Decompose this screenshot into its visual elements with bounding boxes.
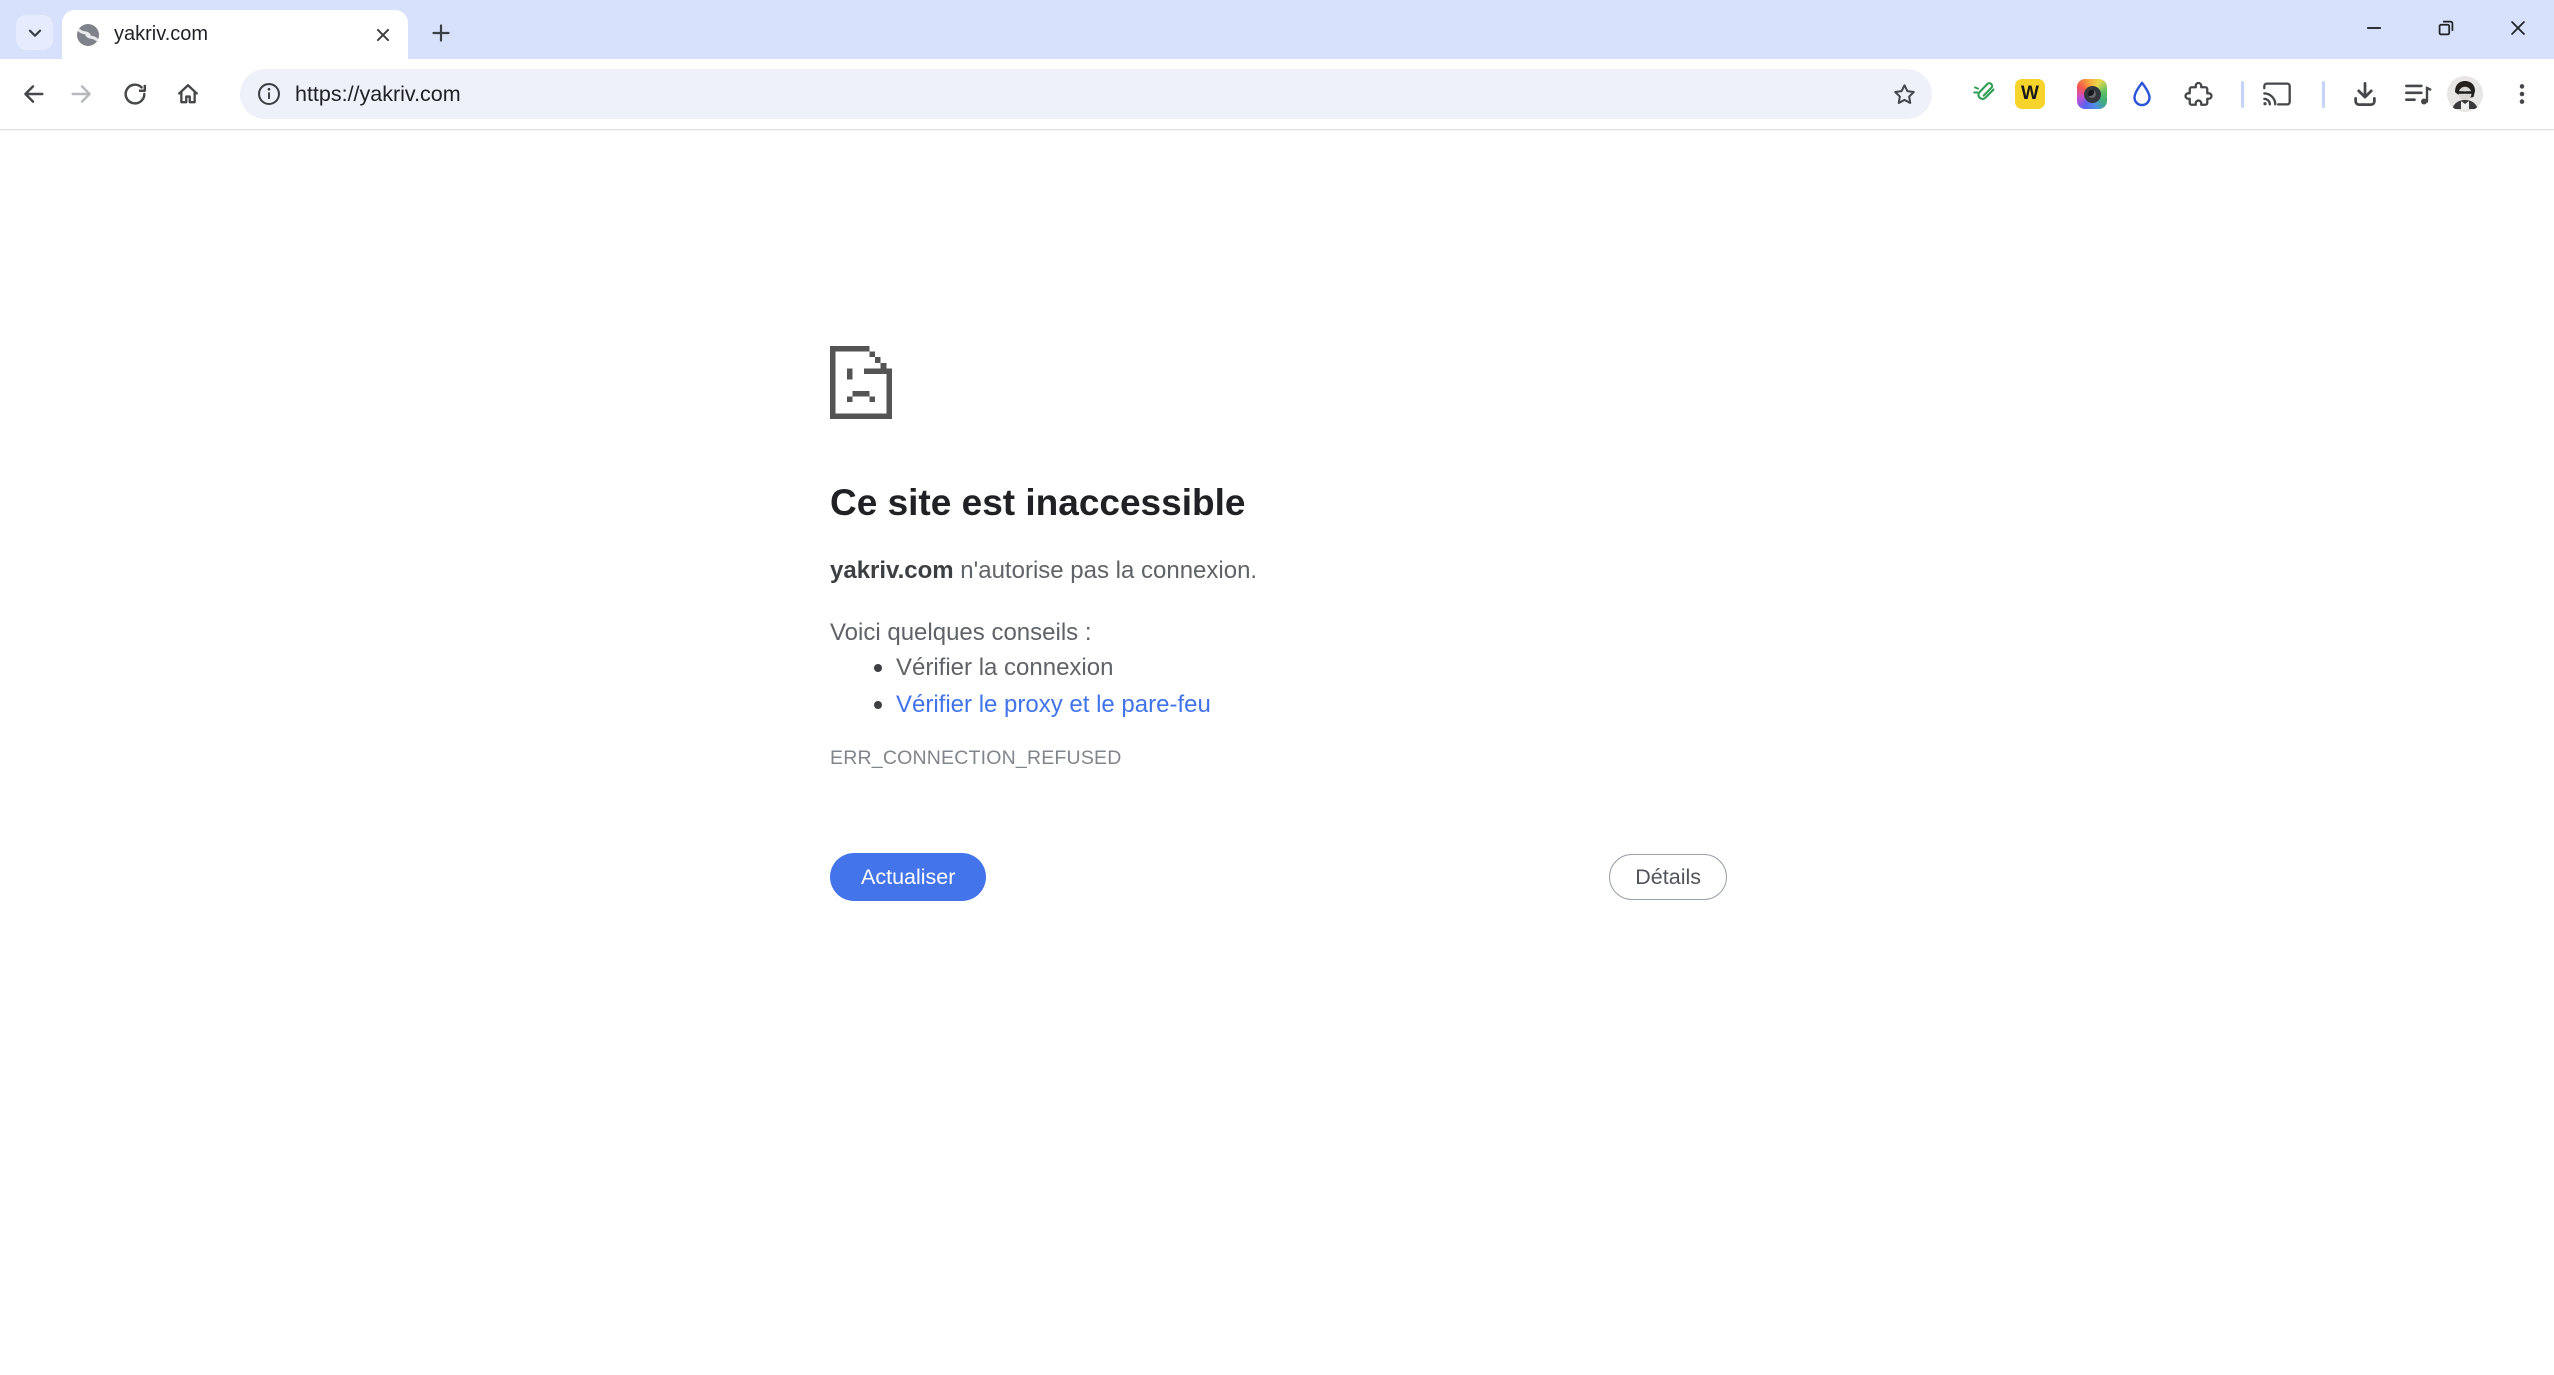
back-button[interactable] (13, 74, 53, 114)
tips-label: Voici quelques conseils : (830, 617, 1092, 648)
error-title: Ce site est inaccessible (830, 481, 1245, 525)
bookmark-star-button[interactable] (1884, 74, 1924, 114)
tab-title: yakriv.com (114, 23, 368, 46)
green-paperclip-icon (1970, 79, 2000, 109)
chevron-down-icon (24, 22, 46, 44)
tip-check-connection: Vérifier la connexion (830, 649, 1211, 686)
tab-strip: yakriv.com (0, 0, 2554, 59)
site-info-button[interactable] (249, 74, 289, 114)
cast-button[interactable] (2257, 74, 2297, 114)
extension-clip-button[interactable] (1965, 74, 2005, 114)
new-tab-button[interactable] (422, 15, 459, 50)
sad-file-icon (830, 346, 892, 419)
window-close-button[interactable] (2482, 0, 2554, 56)
forward-button[interactable] (62, 74, 102, 114)
media-playlist-icon (2402, 79, 2432, 109)
profile-avatar[interactable] (2447, 76, 2483, 112)
star-icon (1891, 81, 1918, 108)
error-page: Ce site est inaccessible yakriv.com n'au… (0, 131, 2554, 1375)
puzzle-icon (2184, 80, 2213, 109)
extension-wattpad-button[interactable]: W (2015, 79, 2045, 109)
error-code: ERR_CONNECTION_REFUSED (830, 747, 1122, 770)
window-restore-button[interactable] (2410, 0, 2482, 56)
window-minimize-button[interactable] (2338, 0, 2410, 56)
cast-icon (2262, 81, 2292, 107)
home-button[interactable] (168, 74, 208, 114)
toolbar: https://yakriv.com W (0, 59, 2554, 130)
globe-favicon-icon (74, 21, 102, 49)
camera-lens-icon (2084, 86, 2101, 103)
reload-page-button[interactable]: Actualiser (830, 853, 986, 901)
reload-button[interactable] (115, 74, 155, 114)
close-icon (372, 24, 394, 46)
extension-droplet-button[interactable] (2122, 74, 2162, 114)
window-controls (2338, 0, 2554, 56)
browser-window: yakriv.com (0, 0, 2554, 1375)
tab-search-button[interactable] (16, 15, 53, 50)
extensions-menu-button[interactable] (2178, 74, 2218, 114)
downloads-button[interactable] (2345, 74, 2385, 114)
error-content: Ce site est inaccessible yakriv.com n'au… (827, 131, 1727, 1031)
tab-close-button[interactable] (368, 20, 398, 50)
url-text[interactable]: https://yakriv.com (295, 82, 1920, 107)
tip-check-proxy-link[interactable]: Vérifier le proxy et le pare-feu (830, 686, 1211, 723)
omnibox[interactable]: https://yakriv.com (240, 69, 1932, 119)
toolbar-separator (2241, 81, 2244, 108)
details-button[interactable]: Détails (1609, 854, 1727, 900)
toolbar-separator (2322, 81, 2325, 108)
media-controls-button[interactable] (2397, 74, 2437, 114)
error-actions: Actualiser Détails (827, 853, 1727, 901)
extension-camera-button[interactable] (2077, 79, 2107, 109)
avatar-photo (2447, 76, 2483, 112)
error-subtitle: yakriv.com n'autorise pas la connexion. (830, 555, 1257, 586)
error-domain: yakriv.com (830, 557, 954, 584)
plus-icon (429, 21, 453, 45)
tips-list: Vérifier la connexion Vérifier le proxy … (830, 649, 1211, 723)
three-dots-icon (2509, 81, 2535, 107)
download-icon (2350, 79, 2380, 109)
info-icon (256, 81, 282, 107)
water-drop-icon (2127, 79, 2157, 109)
browser-menu-button[interactable] (2502, 74, 2542, 114)
active-tab[interactable]: yakriv.com (62, 10, 408, 59)
